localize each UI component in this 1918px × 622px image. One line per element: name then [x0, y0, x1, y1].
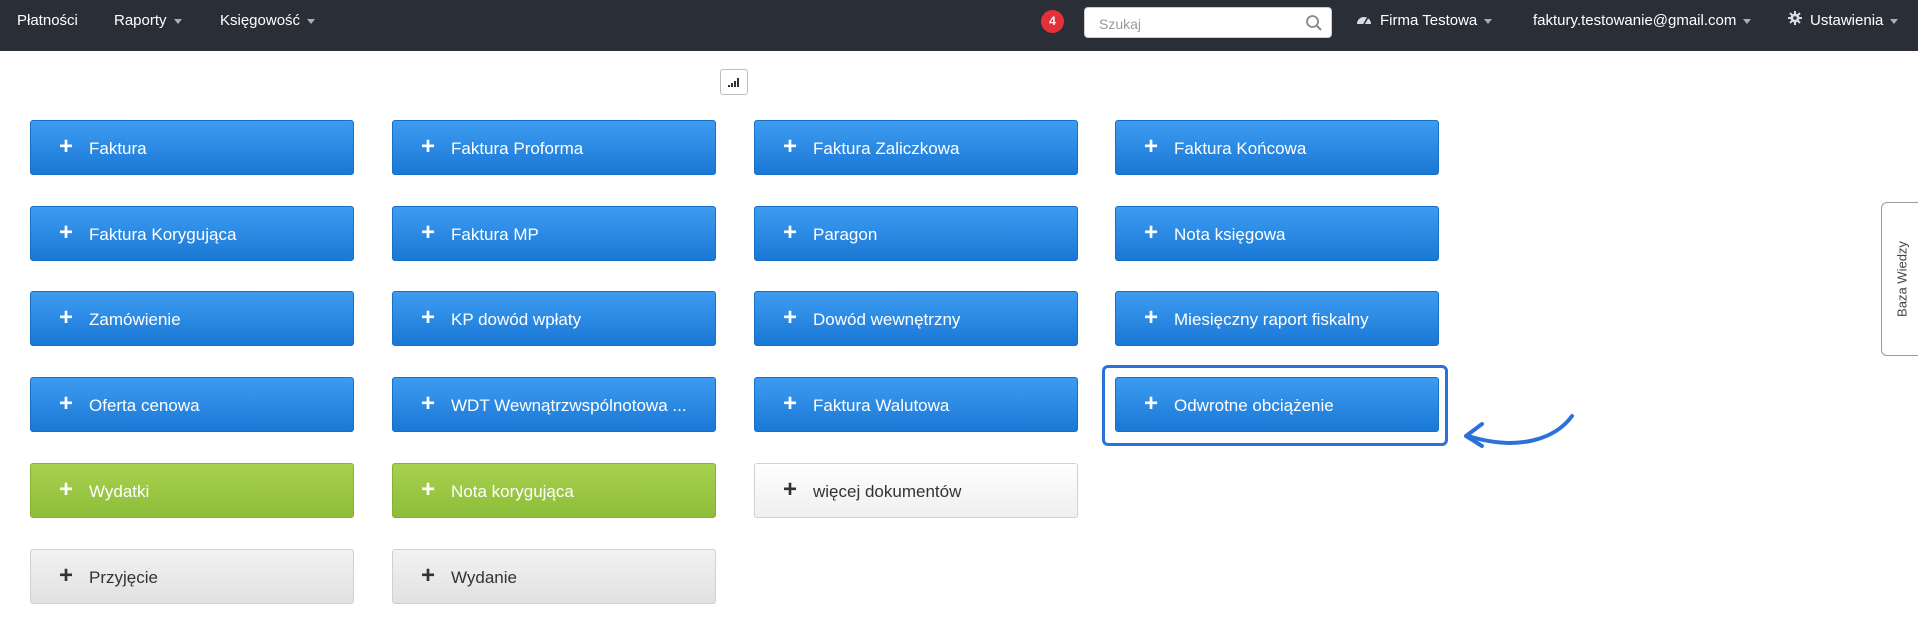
new-mp-invoice-button[interactable]: + Faktura MP: [392, 206, 716, 261]
button-label: Faktura Proforma: [451, 139, 584, 158]
plus-icon: +: [1144, 219, 1159, 246]
new-order-button[interactable]: + Zamówienie: [30, 291, 354, 346]
button-label: Nota korygująca: [451, 482, 574, 501]
new-proforma-invoice-button[interactable]: + Faktura Proforma: [392, 120, 716, 175]
button-label: KP dowód wpłaty: [451, 310, 582, 329]
new-expense-button[interactable]: + Wydatki: [30, 463, 354, 518]
button-label: Faktura MP: [451, 225, 539, 244]
plus-icon: +: [59, 476, 74, 503]
chevron-down-icon: [1890, 18, 1899, 24]
new-invoice-button[interactable]: + Faktura: [30, 120, 354, 175]
new-goods-issue-button[interactable]: + Wydanie: [392, 549, 716, 604]
plus-icon: +: [59, 304, 74, 331]
knowledge-base-label: Baza Wiedzy: [1894, 241, 1909, 317]
button-label: Zamówienie: [89, 310, 181, 329]
chevron-down-icon: [1484, 18, 1493, 24]
gear-icon: [1788, 0, 1802, 42]
button-label: Przyjęcie: [89, 568, 158, 587]
button-label: Wydanie: [451, 568, 517, 587]
top-navbar: Płatności Raporty Księgowość 4 Firma Tes…: [0, 0, 1918, 51]
button-label: Paragon: [813, 225, 878, 244]
new-receipt-button[interactable]: + Paragon: [754, 206, 1078, 261]
nav-payments-label: Płatności: [17, 12, 78, 29]
dashboard-icon: [1356, 0, 1372, 42]
search-input[interactable]: [1097, 8, 1301, 39]
plus-icon: +: [783, 476, 798, 503]
more-documents-button[interactable]: + więcej dokumentów: [754, 463, 1078, 518]
plus-icon: +: [421, 476, 436, 503]
new-currency-invoice-button[interactable]: + Faktura Walutowa: [754, 377, 1078, 432]
annotation-arrow-icon: [1464, 414, 1574, 448]
new-kp-receipt-button[interactable]: + KP dowód wpłaty: [392, 291, 716, 346]
button-label: Oferta cenowa: [89, 396, 200, 415]
notification-badge[interactable]: 4: [1041, 10, 1064, 33]
plus-icon: +: [421, 562, 436, 589]
button-label: Faktura Korygująca: [89, 225, 237, 244]
new-accounting-note-button[interactable]: + Nota księgowa: [1115, 206, 1439, 261]
button-label: Faktura: [89, 139, 147, 158]
plus-icon: +: [783, 219, 798, 246]
plus-icon: +: [783, 133, 798, 160]
signal-bars-icon: [728, 78, 739, 87]
company-name: Firma Testowa: [1380, 12, 1478, 29]
new-internal-document-button[interactable]: + Dowód wewnętrzny: [754, 291, 1078, 346]
user-menu[interactable]: faktury.testowanie@gmail.com: [1533, 0, 1752, 42]
plus-icon: +: [59, 133, 74, 160]
search-box: [1084, 7, 1332, 39]
plus-icon: +: [421, 304, 436, 331]
search-icon[interactable]: [1305, 14, 1323, 36]
nav-accounting-label: Księgowość: [220, 12, 301, 29]
chart-toggle-button[interactable]: [720, 69, 748, 95]
button-label: Miesięczny raport fiskalny: [1174, 310, 1369, 329]
nav-payments[interactable]: Płatności: [17, 0, 78, 42]
button-label: Faktura Walutowa: [813, 396, 950, 415]
button-label: Nota księgowa: [1174, 225, 1286, 244]
new-advance-invoice-button[interactable]: + Faktura Zaliczkowa: [754, 120, 1078, 175]
plus-icon: +: [1144, 304, 1159, 331]
nav-reports-menu[interactable]: Raporty: [114, 0, 182, 42]
new-wdt-button[interactable]: + WDT Wewnątrzwspólnotowa ...: [392, 377, 716, 432]
plus-icon: +: [59, 219, 74, 246]
plus-icon: +: [421, 390, 436, 417]
settings-menu[interactable]: Ustawienia: [1788, 0, 1899, 42]
new-correction-note-button[interactable]: + Nota korygująca: [392, 463, 716, 518]
knowledge-base-tab[interactable]: Baza Wiedzy: [1881, 202, 1918, 356]
user-email: faktury.testowanie@gmail.com: [1533, 12, 1737, 29]
plus-icon: +: [59, 390, 74, 417]
plus-icon: +: [1144, 133, 1159, 160]
button-label: WDT Wewnątrzwspólnotowa ...: [451, 396, 687, 415]
chevron-down-icon: [173, 18, 182, 24]
chevron-down-icon: [307, 18, 316, 24]
button-label: Dowód wewnętrzny: [813, 310, 961, 329]
highlight-frame: [1102, 365, 1448, 446]
button-label: Faktura Zaliczkowa: [813, 139, 960, 158]
button-label: więcej dokumentów: [813, 482, 962, 501]
chevron-down-icon: [1743, 18, 1752, 24]
company-menu[interactable]: Firma Testowa: [1356, 0, 1493, 42]
plus-icon: +: [783, 390, 798, 417]
plus-icon: +: [783, 304, 798, 331]
plus-icon: +: [421, 219, 436, 246]
new-correction-invoice-button[interactable]: + Faktura Korygująca: [30, 206, 354, 261]
settings-label: Ustawienia: [1810, 12, 1884, 29]
nav-accounting-menu[interactable]: Księgowość: [220, 0, 316, 42]
plus-icon: +: [59, 562, 74, 589]
nav-reports-label: Raporty: [114, 12, 167, 29]
new-monthly-fiscal-report-button[interactable]: + Miesięczny raport fiskalny: [1115, 291, 1439, 346]
button-label: Faktura Końcowa: [1174, 139, 1307, 158]
new-price-offer-button[interactable]: + Oferta cenowa: [30, 377, 354, 432]
button-label: Wydatki: [89, 482, 150, 501]
plus-icon: +: [421, 133, 436, 160]
new-final-invoice-button[interactable]: + Faktura Końcowa: [1115, 120, 1439, 175]
new-goods-receipt-button[interactable]: + Przyjęcie: [30, 549, 354, 604]
